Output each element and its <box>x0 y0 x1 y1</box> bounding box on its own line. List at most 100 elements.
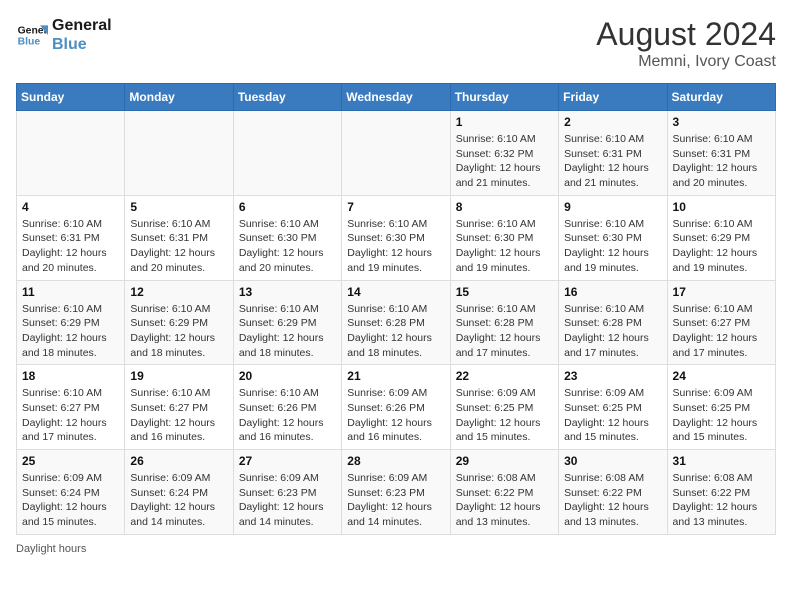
calendar-day-cell: 15Sunrise: 6:10 AM Sunset: 6:28 PM Dayli… <box>450 280 558 365</box>
day-number: 12 <box>130 285 227 299</box>
weekday-header: Thursday <box>450 84 558 111</box>
calendar-week-row: 4 Sunrise: 6:10 AM Sunset: 6:31 PM Daylig… <box>17 195 776 280</box>
calendar-day-cell: 9Sunrise: 6:10 AM Sunset: 6:30 PM Daylig… <box>559 195 667 280</box>
day-number: 11 <box>22 285 119 299</box>
day-info: Sunrise: 6:09 AM Sunset: 6:24 PM Dayligh… <box>130 471 227 530</box>
calendar-day-cell: 29 Sunrise: 6:08 AM Sunset: 6:22 PM Dayli… <box>450 450 558 535</box>
weekday-header: Wednesday <box>342 84 450 111</box>
day-number: 8 <box>456 200 553 214</box>
calendar-day-cell: 2Sunrise: 6:10 AM Sunset: 6:31 PM Daylig… <box>559 111 667 196</box>
day-info: Sunrise: 6:10 AM Sunset: 6:30 PM Dayligh… <box>347 217 444 276</box>
calendar-day-cell: 12Sunrise: 6:10 AM Sunset: 6:29 PM Dayli… <box>125 280 233 365</box>
calendar-day-cell: 16Sunrise: 6:10 AM Sunset: 6:28 PM Dayli… <box>559 280 667 365</box>
day-number: 30 <box>564 454 661 468</box>
calendar-week-row: 11 Sunrise: 6:10 AM Sunset: 6:29 PM Dayli… <box>17 280 776 365</box>
day-info: Sunrise: 6:10 AM Sunset: 6:27 PM Dayligh… <box>673 302 770 361</box>
page-header: General Blue General Blue August 2024 Me… <box>16 16 776 71</box>
svg-text:Blue: Blue <box>18 37 41 48</box>
calendar-day-cell: 31 Sunrise: 6:08 AM Sunset: 6:22 PM Dayli… <box>667 450 775 535</box>
day-info: Sunrise: 6:10 AM Sunset: 6:30 PM Dayligh… <box>564 217 661 276</box>
location-subtitle: Memni, Ivory Coast <box>596 53 776 71</box>
logo-blue: Blue <box>52 35 112 54</box>
day-info: Sunrise: 6:09 AM Sunset: 6:24 PM Dayligh… <box>22 471 119 530</box>
day-number: 25 <box>22 454 119 468</box>
day-info: Sunrise: 6:09 AM Sunset: 6:25 PM Dayligh… <box>673 386 770 445</box>
calendar-day-cell: 1 Sunrise: 6:10 AM Sunset: 6:32 PM Daylig… <box>450 111 558 196</box>
day-info: Sunrise: 6:10 AM Sunset: 6:29 PM Dayligh… <box>673 217 770 276</box>
day-number: 15 <box>456 285 553 299</box>
weekday-header: Saturday <box>667 84 775 111</box>
day-number: 6 <box>239 200 336 214</box>
calendar-day-cell: 13 Sunrise: 6:10 AM Sunset: 6:29 PM Dayli… <box>233 280 341 365</box>
day-info: Sunrise: 6:09 AM Sunset: 6:25 PM Dayligh… <box>564 386 661 445</box>
footer-note: Daylight hours <box>16 543 776 555</box>
calendar-day-cell: 23 Sunrise: 6:09 AM Sunset: 6:25 PM Dayli… <box>559 365 667 450</box>
calendar-day-cell: 28 Sunrise: 6:09 AM Sunset: 6:23 PM Dayli… <box>342 450 450 535</box>
calendar-day-cell <box>342 111 450 196</box>
day-number: 2 <box>564 115 661 129</box>
calendar-day-cell: 18 Sunrise: 6:10 AM Sunset: 6:27 PM Dayli… <box>17 365 125 450</box>
day-info: Sunrise: 6:10 AM Sunset: 6:31 PM Dayligh… <box>130 217 227 276</box>
day-info: Sunrise: 6:10 AM Sunset: 6:32 PM Dayligh… <box>456 132 553 191</box>
calendar-day-cell <box>125 111 233 196</box>
calendar-day-cell: 17Sunrise: 6:10 AM Sunset: 6:27 PM Dayli… <box>667 280 775 365</box>
day-number: 13 <box>239 285 336 299</box>
calendar-day-cell: 7 Sunrise: 6:10 AM Sunset: 6:30 PM Daylig… <box>342 195 450 280</box>
calendar-day-cell: 21Sunrise: 6:09 AM Sunset: 6:26 PM Dayli… <box>342 365 450 450</box>
day-info: Sunrise: 6:10 AM Sunset: 6:28 PM Dayligh… <box>347 302 444 361</box>
day-number: 31 <box>673 454 770 468</box>
day-info: Sunrise: 6:10 AM Sunset: 6:30 PM Dayligh… <box>239 217 336 276</box>
calendar-week-row: 18 Sunrise: 6:10 AM Sunset: 6:27 PM Dayli… <box>17 365 776 450</box>
day-info: Sunrise: 6:10 AM Sunset: 6:29 PM Dayligh… <box>22 302 119 361</box>
calendar-day-cell: 26Sunrise: 6:09 AM Sunset: 6:24 PM Dayli… <box>125 450 233 535</box>
day-info: Sunrise: 6:08 AM Sunset: 6:22 PM Dayligh… <box>564 471 661 530</box>
day-info: Sunrise: 6:10 AM Sunset: 6:30 PM Dayligh… <box>456 217 553 276</box>
day-number: 28 <box>347 454 444 468</box>
day-number: 24 <box>673 369 770 383</box>
day-number: 29 <box>456 454 553 468</box>
day-info: Sunrise: 6:09 AM Sunset: 6:25 PM Dayligh… <box>456 386 553 445</box>
day-info: Sunrise: 6:10 AM Sunset: 6:31 PM Dayligh… <box>673 132 770 191</box>
day-number: 10 <box>673 200 770 214</box>
calendar-day-cell: 20Sunrise: 6:10 AM Sunset: 6:26 PM Dayli… <box>233 365 341 450</box>
calendar-day-cell: 6 Sunrise: 6:10 AM Sunset: 6:30 PM Daylig… <box>233 195 341 280</box>
day-number: 14 <box>347 285 444 299</box>
day-number: 20 <box>239 369 336 383</box>
day-number: 4 <box>22 200 119 214</box>
calendar-day-cell: 8 Sunrise: 6:10 AM Sunset: 6:30 PM Daylig… <box>450 195 558 280</box>
calendar-day-cell: 25 Sunrise: 6:09 AM Sunset: 6:24 PM Dayli… <box>17 450 125 535</box>
day-info: Sunrise: 6:09 AM Sunset: 6:23 PM Dayligh… <box>347 471 444 530</box>
calendar-day-cell: 10 Sunrise: 6:10 AM Sunset: 6:29 PM Dayli… <box>667 195 775 280</box>
day-info: Sunrise: 6:10 AM Sunset: 6:31 PM Dayligh… <box>22 217 119 276</box>
calendar-day-cell <box>233 111 341 196</box>
day-info: Sunrise: 6:10 AM Sunset: 6:27 PM Dayligh… <box>22 386 119 445</box>
calendar-day-cell: 27Sunrise: 6:09 AM Sunset: 6:23 PM Dayli… <box>233 450 341 535</box>
day-info: Sunrise: 6:10 AM Sunset: 6:29 PM Dayligh… <box>239 302 336 361</box>
day-number: 27 <box>239 454 336 468</box>
calendar-day-cell <box>17 111 125 196</box>
calendar-day-cell: 11 Sunrise: 6:10 AM Sunset: 6:29 PM Dayli… <box>17 280 125 365</box>
weekday-header: Friday <box>559 84 667 111</box>
day-info: Sunrise: 6:08 AM Sunset: 6:22 PM Dayligh… <box>456 471 553 530</box>
day-info: Sunrise: 6:10 AM Sunset: 6:27 PM Dayligh… <box>130 386 227 445</box>
day-info: Sunrise: 6:08 AM Sunset: 6:22 PM Dayligh… <box>673 471 770 530</box>
logo: General Blue General Blue <box>16 16 112 54</box>
day-number: 23 <box>564 369 661 383</box>
title-block: August 2024 Memni, Ivory Coast <box>596 16 776 71</box>
logo-icon: General Blue <box>16 19 48 51</box>
day-number: 7 <box>347 200 444 214</box>
calendar-day-cell: 5 Sunrise: 6:10 AM Sunset: 6:31 PM Daylig… <box>125 195 233 280</box>
day-info: Sunrise: 6:10 AM Sunset: 6:28 PM Dayligh… <box>564 302 661 361</box>
day-number: 1 <box>456 115 553 129</box>
weekday-header: Tuesday <box>233 84 341 111</box>
calendar-day-cell: 4 Sunrise: 6:10 AM Sunset: 6:31 PM Daylig… <box>17 195 125 280</box>
day-number: 22 <box>456 369 553 383</box>
day-number: 18 <box>22 369 119 383</box>
day-number: 5 <box>130 200 227 214</box>
day-number: 21 <box>347 369 444 383</box>
day-number: 19 <box>130 369 227 383</box>
calendar-week-row: 25 Sunrise: 6:09 AM Sunset: 6:24 PM Dayli… <box>17 450 776 535</box>
calendar-day-cell: 22 Sunrise: 6:09 AM Sunset: 6:25 PM Dayli… <box>450 365 558 450</box>
weekday-header: Sunday <box>17 84 125 111</box>
calendar-header-row: SundayMondayTuesdayWednesdayThursdayFrid… <box>17 84 776 111</box>
